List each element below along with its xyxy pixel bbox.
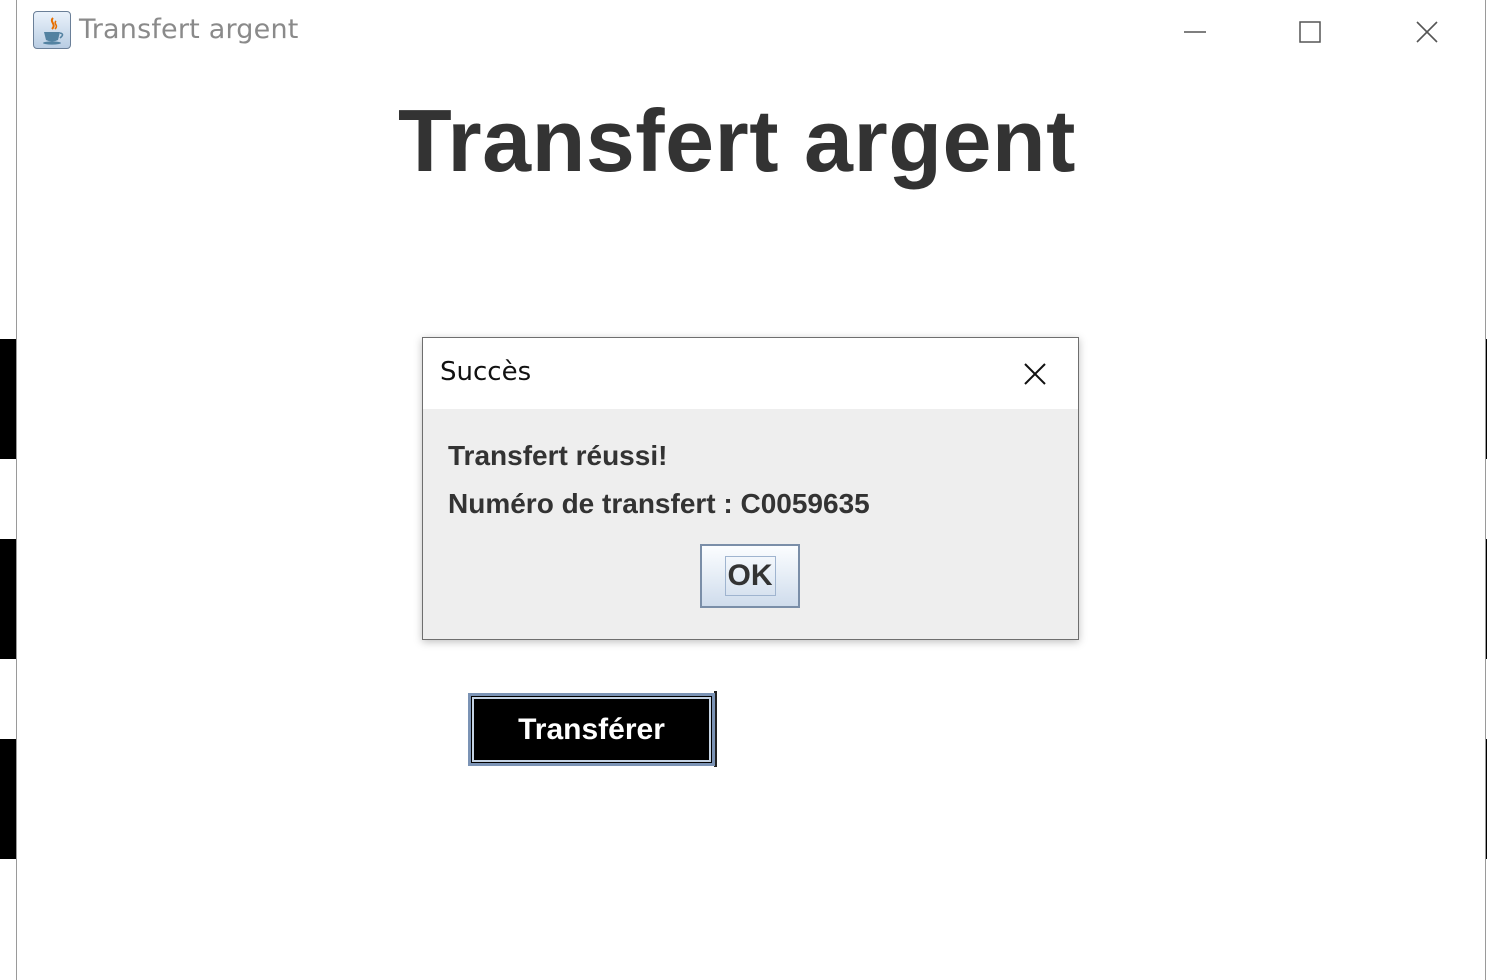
minimize-button[interactable] (1173, 14, 1217, 50)
window-title: Transfert argent (79, 14, 299, 45)
maximize-icon (1299, 21, 1321, 43)
maximize-button[interactable] (1288, 14, 1332, 50)
success-dialog: Succès Transfert réussi! Numéro de trans… (422, 337, 1079, 640)
close-icon (1416, 21, 1438, 43)
transfer-number-message: Numéro de transfert : C0059635 (448, 488, 870, 519)
background-strip (0, 739, 17, 859)
success-message: Transfert réussi! (448, 440, 668, 471)
page-title: Transfert argent (398, 91, 1076, 190)
dialog-close-button[interactable] (1016, 357, 1054, 391)
dialog-title: Succès (440, 357, 532, 387)
ok-button[interactable]: OK (700, 544, 800, 608)
title-bar[interactable]: Transfert argent (17, 0, 1485, 66)
background-strip (0, 339, 17, 459)
close-icon (1024, 363, 1046, 385)
window-close-button[interactable] (1405, 14, 1449, 50)
minimize-icon (1184, 31, 1206, 33)
dialog-title-bar[interactable]: Succès (423, 338, 1078, 409)
ok-button-label: OK (724, 556, 776, 596)
transfer-button[interactable]: Transférer (468, 693, 715, 766)
java-cup-icon (33, 11, 71, 49)
background-strip (0, 539, 17, 659)
